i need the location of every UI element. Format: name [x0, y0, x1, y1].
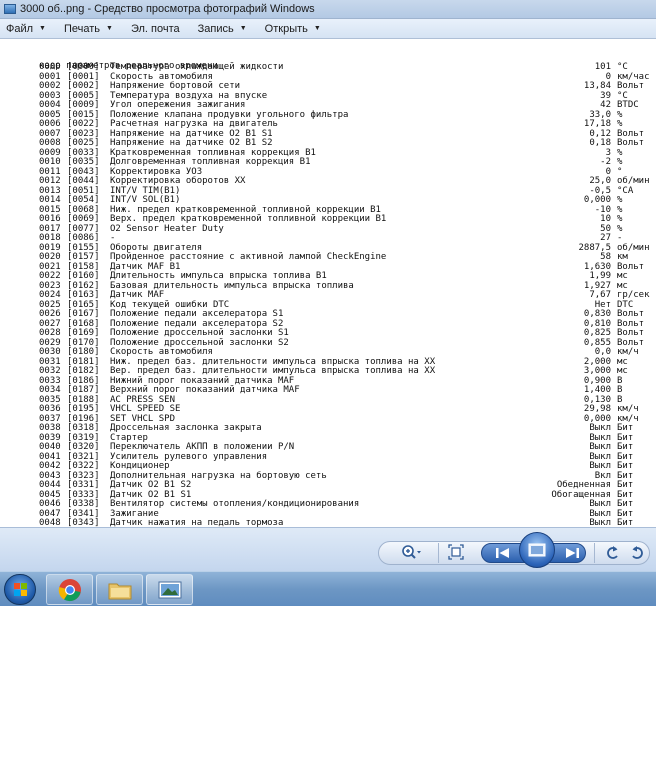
next-icon[interactable]	[558, 543, 586, 563]
slideshow-button[interactable]	[519, 532, 555, 568]
photo-viewer-app-icon	[4, 4, 16, 14]
parameter-name: Датчик нажатия на педаль тормоза	[110, 518, 284, 527]
menu-email-label: Эл. почта	[130, 22, 180, 35]
photo-viewer-icon	[158, 581, 181, 598]
taskbar-chrome[interactable]	[46, 574, 93, 605]
menu-file[interactable]: Файл ▼	[6, 23, 46, 35]
menu-print-label: Печать	[63, 22, 101, 35]
slideshow-icon	[528, 543, 546, 557]
chevron-down-icon: ▼	[239, 25, 247, 32]
parameter-row: 0048 [0343] Датчик нажатия на педаль тормо…	[39, 518, 651, 527]
windows-logo-icon	[14, 583, 27, 596]
parameter-row: 0017 [0077] O2 Sensor Heater Duty 50%	[39, 223, 651, 235]
magnifier-icon[interactable]	[400, 543, 422, 563]
parameter-unit: Бит	[617, 518, 634, 527]
rotate-left-icon[interactable]	[603, 543, 623, 563]
taskbar-photo-viewer[interactable]	[146, 574, 193, 605]
bottom-toolbar	[0, 527, 656, 571]
menu-print[interactable]: Печать ▼	[64, 23, 113, 35]
menu-bar: Файл ▼ Печать ▼ Эл. почта Запись ▼ Откры…	[0, 19, 656, 39]
explorer-icon	[108, 583, 131, 599]
chevron-down-icon: ▼	[106, 25, 113, 32]
chrome-icon	[58, 578, 81, 601]
actual-size-icon[interactable]	[448, 544, 464, 560]
parameter-value: Выкл	[589, 518, 611, 527]
scanned-document: кадр параметров реального времени 0000 [0…	[39, 41, 651, 527]
start-button[interactable]	[4, 574, 36, 605]
parameter-name: O2 Sensor Heater Duty	[110, 223, 224, 234]
parameter-index: 0048	[39, 518, 61, 527]
window-title: 3000 об..png - Средство просмотра фотогр…	[20, 3, 315, 15]
menu-burn-label: Запись	[197, 22, 234, 35]
toolbar-divider	[438, 543, 439, 563]
taskbar	[0, 571, 656, 606]
rotate-right-icon[interactable]	[627, 543, 647, 563]
taskbar-explorer[interactable]	[96, 574, 143, 605]
previous-icon[interactable]	[488, 543, 518, 563]
menu-open-label: Открыть	[264, 22, 308, 35]
menu-open[interactable]: Открыть ▼	[265, 23, 321, 35]
parameter-list: 0000 [0000] Температура охлаждающей жидкос…	[39, 62, 651, 527]
menu-file-label: Файл	[6, 22, 34, 35]
parameter-code: [0343]	[67, 518, 100, 527]
menu-email[interactable]: Эл. почта	[131, 23, 180, 35]
toolbar-divider	[594, 543, 595, 563]
title-bar: 3000 об..png - Средство просмотра фотогр…	[0, 0, 656, 19]
photo-viewer-window: 3000 об..png - Средство просмотра фотогр…	[0, 0, 656, 571]
menu-burn[interactable]: Запись ▼	[198, 23, 247, 35]
chevron-down-icon: ▼	[313, 25, 321, 32]
image-viewport[interactable]: кадр параметров реального времени 0000 [0…	[34, 39, 656, 527]
chevron-down-icon: ▼	[39, 25, 46, 32]
